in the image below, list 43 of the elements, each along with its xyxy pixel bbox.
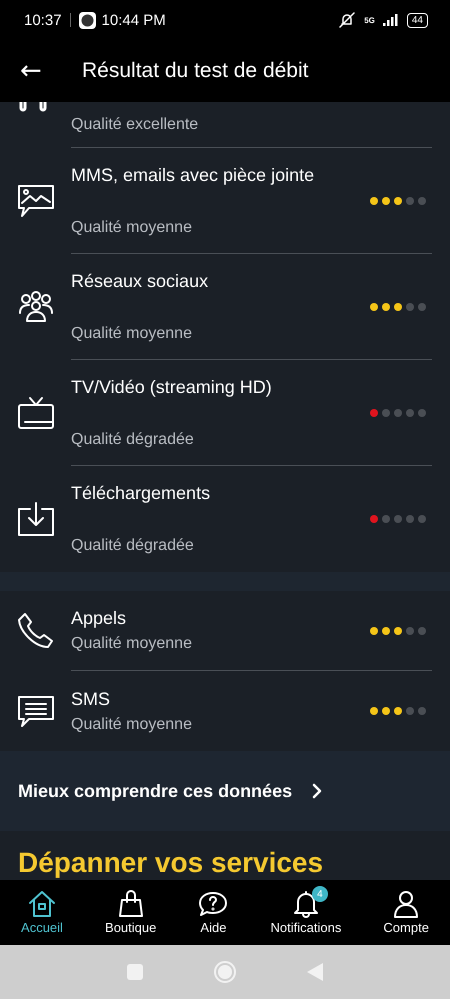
network-type: 5G <box>364 16 375 24</box>
quality-label: Qualité moyenne <box>71 635 193 653</box>
quality-label: Qualité dégradée <box>71 430 195 448</box>
recents-button[interactable] <box>127 964 143 980</box>
understand-data-link[interactable]: Mieux comprendre ces données <box>0 751 450 831</box>
nav-tab[interactable]: Boutique <box>105 890 156 935</box>
help-icon <box>198 890 228 918</box>
service-title: Téléchargements <box>71 483 212 504</box>
back-nav-button[interactable] <box>307 963 323 981</box>
user-icon <box>392 890 420 918</box>
download-icon <box>16 501 54 537</box>
quality-label: Qualité moyenne <box>71 218 193 236</box>
service-title: SMS <box>71 688 112 710</box>
service-title: Appels <box>71 608 128 629</box>
tv-icon <box>16 396 54 430</box>
message-icon <box>16 694 54 728</box>
nav-tab[interactable]: Compte <box>383 890 429 935</box>
shopping-bag-icon <box>116 890 145 918</box>
clock-time: 10:44 PM <box>102 12 166 28</box>
clock-icon <box>78 12 96 28</box>
battery-level: 44 <box>406 12 428 28</box>
muted-bell-icon <box>338 12 356 28</box>
people-icon <box>16 291 54 323</box>
back-button[interactable]: ← <box>0 56 64 86</box>
quality-label: Qualité moyenne <box>71 716 193 734</box>
service-title: Réseaux sociaux <box>71 270 210 292</box>
image-message-icon <box>16 184 54 218</box>
chevron-icon <box>312 783 322 799</box>
notification-badge: 4 <box>312 886 328 902</box>
nav-tab[interactable]: Accueil <box>21 890 63 935</box>
signal-icon <box>382 14 399 26</box>
status-time: 10:37 <box>24 12 62 28</box>
home-button[interactable] <box>213 960 237 984</box>
page-title: Résultat du test de débit <box>82 59 308 83</box>
service-title: TV/Vidéo (streaming HD) <box>71 376 273 398</box>
phone-icon <box>16 612 54 650</box>
quality-label: Qualité dégradée <box>71 537 195 555</box>
nav-tab[interactable]: Aide <box>198 890 228 935</box>
home-icon <box>28 890 56 918</box>
quality-label: Qualité moyenne <box>71 324 193 342</box>
service-title: MMS, emails avec pièce jointe <box>71 164 316 186</box>
section-title: Dépanner vos services <box>18 847 324 879</box>
quality-label: Qualité excellente <box>71 116 198 134</box>
